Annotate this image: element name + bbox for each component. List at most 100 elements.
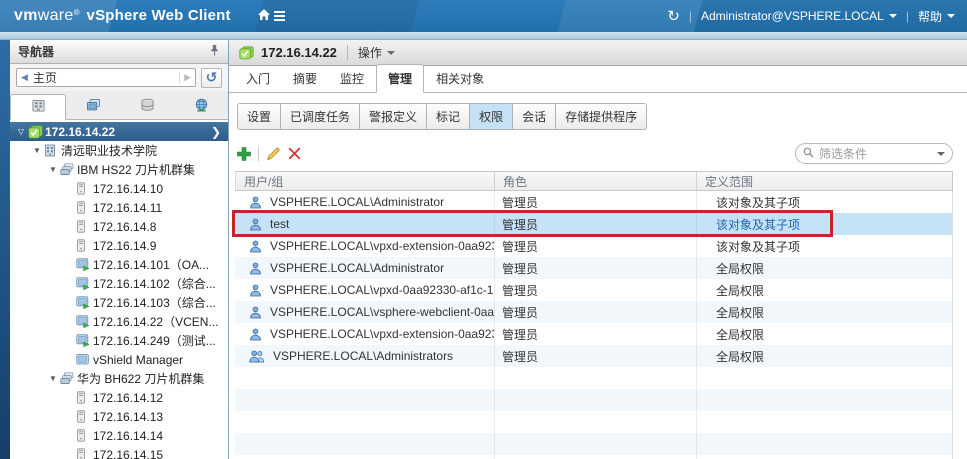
tree-item-label: 172.16.14.22（VCEN... <box>93 313 218 330</box>
user-icon <box>249 284 262 297</box>
chevron-right-icon[interactable]: ❯ <box>211 125 221 139</box>
expander-icon[interactable]: ▼ <box>46 165 60 174</box>
object-header: 172.16.14.22 操作 <box>229 40 967 66</box>
tab-监控[interactable]: 监控 <box>329 65 375 92</box>
cluster-icon <box>60 372 77 385</box>
vm-running-icon <box>76 315 93 328</box>
actions-menu[interactable]: 操作 <box>358 44 395 61</box>
column-header[interactable]: 定义范围 <box>697 172 952 190</box>
table-row[interactable]: VSPHERE.LOCAL\vpxd-extension-0aa923...管理… <box>235 235 952 257</box>
app-title: vSphere Web Client <box>87 7 231 24</box>
tree-item[interactable]: ▼ IBM HS22 刀片机群集 <box>10 160 228 179</box>
user-name: VSPHERE.LOCAL\Administrator <box>270 261 444 275</box>
tab-摘要[interactable]: 摘要 <box>282 65 328 92</box>
tree-item[interactable]: 172.16.14.8 <box>10 217 228 236</box>
menu-icon[interactable] <box>274 9 285 23</box>
vm-running-icon <box>76 296 93 309</box>
back-arrow-icon[interactable]: ◀ <box>21 72 28 83</box>
subtab-设置[interactable]: 设置 <box>237 103 281 130</box>
tab-入门[interactable]: 入门 <box>235 65 281 92</box>
edit-permission-icon[interactable] <box>266 147 281 161</box>
help-menu[interactable]: 帮助 <box>918 8 955 25</box>
subtab-已调度任务[interactable]: 已调度任务 <box>280 103 360 130</box>
table-row[interactable]: VSPHERE.LOCAL\vsphere-webclient-0aa...管理… <box>235 301 952 323</box>
table-row[interactable]: VSPHERE.LOCAL\vpxd-0aa92330-af1c-1...管理员… <box>235 279 952 301</box>
tree-item[interactable]: 172.16.14.102（综合... <box>10 274 228 293</box>
table-row[interactable]: VSPHERE.LOCAL\Administrator管理员全局权限 <box>235 257 952 279</box>
subtab-权限[interactable]: 权限 <box>469 103 513 130</box>
vm-running-icon <box>76 258 93 271</box>
vcenter-icon <box>28 125 45 139</box>
role-value: 管理员 <box>494 348 696 365</box>
empty-rows <box>235 367 953 459</box>
expander-icon[interactable]: ▽ <box>14 127 28 136</box>
subtab-会话[interactable]: 会话 <box>512 103 556 130</box>
vmware-logo: vmware®vSphere Web Client <box>14 7 231 25</box>
role-value: 管理员 <box>494 216 696 233</box>
tree-item[interactable]: 172.16.14.11 <box>10 198 228 217</box>
host-icon <box>76 391 93 404</box>
subtab-存储提供程序[interactable]: 存储提供程序 <box>555 103 647 130</box>
column-header[interactable]: 角色 <box>495 172 697 190</box>
history-icon[interactable]: ↺ <box>201 68 222 88</box>
role-value: 管理员 <box>494 304 696 321</box>
user-name: VSPHERE.LOCAL\vpxd-extension-0aa923... <box>270 327 494 341</box>
table-row[interactable]: VSPHERE.LOCAL\vpxd-extension-0aa923...管理… <box>235 323 952 345</box>
filter-input[interactable] <box>819 147 932 161</box>
user-name: VSPHERE.LOCAL\vsphere-webclient-0aa... <box>270 305 494 319</box>
navigator-tab-storage[interactable] <box>120 94 174 119</box>
filter-searchbox[interactable] <box>795 143 953 164</box>
tree-item[interactable]: 172.16.14.14 <box>10 426 228 445</box>
table-row[interactable]: test管理员该对象及其子项 <box>235 213 952 235</box>
breadcrumb[interactable]: ◀ 主页 ▶ <box>16 68 196 87</box>
home-icon[interactable] <box>257 8 271 24</box>
forward-arrow-icon[interactable]: ▶ <box>179 72 191 83</box>
tree-item-label: vShield Manager <box>93 353 183 367</box>
expander-icon[interactable]: ▼ <box>46 374 60 383</box>
tab-相关对象[interactable]: 相关对象 <box>425 65 495 92</box>
tree-item[interactable]: ▽172.16.14.22❯ <box>10 122 228 141</box>
chevron-down-icon <box>387 51 395 55</box>
tree-item-label: IBM HS22 刀片机群集 <box>77 161 195 178</box>
delete-permission-icon[interactable] <box>288 147 301 160</box>
breadcrumb-label: 主页 <box>33 69 179 86</box>
expander-icon[interactable]: ▼ <box>30 146 44 155</box>
navigator-tab-hosts-clusters[interactable] <box>10 94 66 120</box>
chevron-down-icon[interactable] <box>937 152 945 156</box>
tree-item[interactable]: 172.16.14.103（综合... <box>10 293 228 312</box>
table-row[interactable]: VSPHERE.LOCAL\Administrators管理员全局权限 <box>235 345 952 367</box>
tree-item[interactable]: ▼清远职业技术学院 <box>10 141 228 160</box>
user-icon <box>249 262 262 275</box>
navigator-tab-networking[interactable] <box>174 94 228 119</box>
object-tabs: 入门摘要监控管理相关对象 <box>229 66 967 93</box>
tree-item[interactable]: 172.16.14.10 <box>10 179 228 198</box>
role-value: 管理员 <box>494 326 696 343</box>
tree-item[interactable]: 172.16.14.13 <box>10 407 228 426</box>
tree-item[interactable]: 172.16.14.22（VCEN... <box>10 312 228 331</box>
tree-item[interactable]: 172.16.14.9 <box>10 236 228 255</box>
refresh-icon[interactable]: ↻ <box>667 9 680 24</box>
tree-item[interactable]: 172.16.14.15 <box>10 445 228 459</box>
role-value: 管理员 <box>494 238 696 255</box>
scope-value: 该对象及其子项 <box>696 238 952 255</box>
cluster-icon <box>60 163 77 176</box>
search-icon <box>803 147 814 161</box>
tree-item-label: 172.16.14.15 <box>93 448 163 459</box>
vcenter-icon <box>239 46 254 60</box>
user-name: VSPHERE.LOCAL\vpxd-0aa92330-af1c-1... <box>270 283 494 297</box>
pin-icon[interactable] <box>209 44 220 59</box>
tree-item[interactable]: 172.16.14.249（测试... <box>10 331 228 350</box>
subtab-警报定义[interactable]: 警报定义 <box>359 103 427 130</box>
column-header[interactable]: 用户/组 <box>236 172 495 190</box>
navigator-tab-vms-templates[interactable] <box>66 94 120 119</box>
tree-item[interactable]: 172.16.14.12 <box>10 388 228 407</box>
add-permission-icon[interactable] <box>237 147 251 161</box>
tree-item[interactable]: vShield Manager <box>10 350 228 369</box>
tab-管理[interactable]: 管理 <box>376 64 424 93</box>
tree-item[interactable]: ▼华为 BH622 刀片机群集 <box>10 369 228 388</box>
table-row[interactable]: VSPHERE.LOCAL\Administrator管理员该对象及其子项 <box>235 191 952 213</box>
tree-item[interactable]: 172.16.14.101（OA... <box>10 255 228 274</box>
subtab-标记[interactable]: 标记 <box>426 103 470 130</box>
user-icon <box>249 240 262 253</box>
user-menu[interactable]: Administrator@VSPHERE.LOCAL <box>701 9 897 23</box>
